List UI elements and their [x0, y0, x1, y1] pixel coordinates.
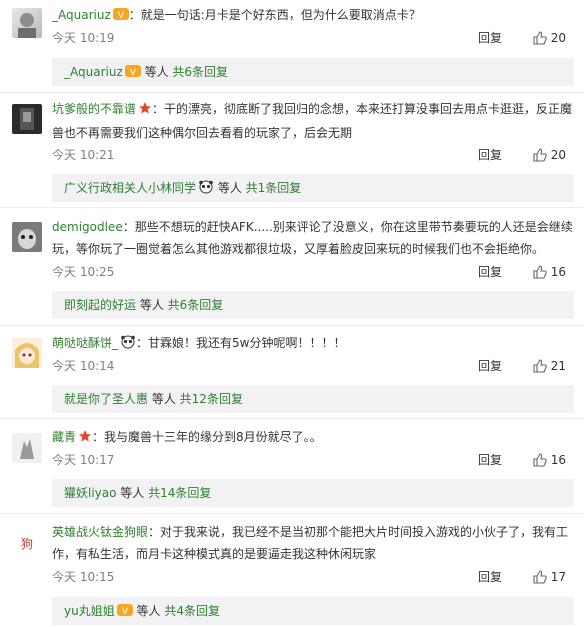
comment-text: 英雄战火钛金狗眼：对于我来说，我已经不是当初那个能把大片时间投入游戏的小伙子了，… [52, 525, 569, 561]
reply-username[interactable]: 就是你了圣人惠 [64, 392, 148, 406]
comment-text: 萌哒哒酥饼_ ：甘霖娘！我还有5w分钟呢啊！！！！ [52, 332, 574, 356]
avatar-image [12, 222, 42, 252]
thumbs-up-icon [533, 359, 547, 373]
timestamp: 今天 10:15 [52, 570, 115, 584]
like-button[interactable]: 16 [533, 263, 566, 281]
thumbs-up-icon [533, 31, 547, 45]
like-button[interactable]: 21 [533, 357, 566, 375]
username[interactable]: 英雄战火钛金狗眼 [52, 525, 148, 539]
avatar[interactable] [12, 104, 42, 134]
vip-badge-icon: V [112, 6, 129, 28]
username[interactable]: 坑爹般的不靠谱 [52, 102, 136, 116]
avatar[interactable] [12, 8, 42, 38]
thumbs-up-icon [533, 265, 547, 279]
like-count: 21 [550, 359, 566, 373]
reply-username[interactable]: 獾妖liyao [64, 486, 116, 500]
reply-button[interactable]: 回复 [478, 357, 502, 375]
comment-text: demigodlee：那些不想玩的赶快AFK.....别来评论了没意义，你在这里… [52, 220, 573, 256]
username[interactable]: 藏青 [52, 430, 76, 444]
svg-text:V: V [130, 68, 137, 78]
username[interactable]: 萌哒哒酥饼_ [52, 336, 118, 350]
avatar-image [18, 13, 36, 38]
replies-summary[interactable]: 獾妖liyao 等人 共14条回复 [52, 479, 574, 507]
panda-badge-icon [198, 176, 214, 204]
avatar-image [20, 108, 34, 130]
reply-count-link[interactable]: 共6条回复 [168, 298, 224, 312]
avatar-image: 狗 [12, 528, 42, 558]
panda-badge-icon [120, 334, 136, 356]
comment-meta: 今天 10:25 回复 16 [52, 263, 566, 281]
timestamp: 今天 10:21 [52, 148, 115, 162]
comment-meta: 今天 10:17 回复 16 [52, 451, 566, 469]
like-count: 20 [550, 148, 566, 162]
avatar[interactable] [12, 433, 42, 463]
reply-button[interactable]: 回复 [478, 146, 502, 164]
like-count: 16 [550, 453, 566, 467]
comment-meta: 今天 10:14 回复 21 [52, 357, 566, 375]
avatar[interactable]: 狗 [12, 528, 42, 558]
like-count: 16 [550, 265, 566, 279]
reply-username[interactable]: _Aquariuz [64, 65, 123, 79]
divider [0, 513, 584, 514]
thumbs-up-icon [533, 148, 547, 162]
avatar-image [12, 338, 42, 368]
username[interactable]: demigodlee [52, 220, 123, 234]
comment-text: _Aquariuz V ：就是一句话:月卡是个好东西，但为什么要取消点卡？ [52, 4, 574, 28]
like-button[interactable]: 20 [533, 146, 566, 164]
thumbs-up-icon [533, 570, 547, 584]
reply-button[interactable]: 回复 [478, 29, 502, 47]
username[interactable]: _Aquariuz [52, 8, 111, 22]
svg-text:V: V [122, 607, 129, 617]
divider [0, 207, 584, 208]
replies-summary[interactable]: 就是你了圣人惠 等人 共12条回复 [52, 385, 574, 413]
star-badge-icon [78, 428, 92, 450]
reply-count-link[interactable]: 共6条回复 [172, 65, 228, 79]
divider [0, 418, 584, 419]
comment-meta: 今天 10:21 回复 20 [52, 146, 566, 164]
svg-text:V: V [118, 11, 125, 21]
divider [0, 325, 584, 326]
timestamp: 今天 10:14 [52, 359, 115, 373]
star-badge-icon [138, 100, 152, 122]
like-button[interactable]: 17 [533, 568, 566, 586]
reply-username[interactable]: 即刻起的好运 [64, 298, 136, 312]
reply-count-link[interactable]: 共12条回复 [180, 392, 243, 406]
comment-text: 坑爹般的不靠谱 ：干的漂亮，彻底断了我回归的念想，本来还打算没事回去用点卡逛逛，反… [52, 100, 573, 140]
svg-text:狗: 狗 [21, 537, 33, 551]
comment-meta: 今天 10:19 回复 20 [52, 29, 566, 47]
timestamp: 今天 10:19 [52, 31, 115, 45]
reply-count-link[interactable]: 共1条回复 [246, 181, 302, 195]
avatar[interactable] [12, 222, 42, 252]
avatar-image [12, 433, 42, 463]
thumbs-up-icon [533, 453, 547, 467]
reply-count-link[interactable]: 共14条回复 [148, 486, 211, 500]
reply-username[interactable]: 广义行政相关人小林同学 [64, 181, 196, 195]
replies-summary[interactable]: 即刻起的好运 等人 共6条回复 [52, 291, 574, 319]
reply-button[interactable]: 回复 [478, 263, 502, 281]
reply-username[interactable]: yu丸姐姐 [64, 604, 115, 618]
timestamp: 今天 10:17 [52, 453, 115, 467]
vip-badge-icon: V [124, 60, 141, 88]
like-count: 20 [550, 31, 566, 45]
like-button[interactable]: 20 [533, 29, 566, 47]
comment-meta: 今天 10:15 回复 17 [52, 568, 566, 586]
timestamp: 今天 10:25 [52, 265, 115, 279]
reply-count-link[interactable]: 共4条回复 [164, 604, 220, 618]
like-count: 17 [550, 570, 566, 584]
divider [0, 92, 584, 93]
replies-summary[interactable]: _Aquariuz V 等人 共6条回复 [52, 58, 574, 86]
reply-button[interactable]: 回复 [478, 451, 502, 469]
reply-button[interactable]: 回复 [478, 568, 502, 586]
replies-summary[interactable]: 广义行政相关人小林同学 等人 共1条回复 [52, 174, 574, 202]
avatar[interactable] [12, 338, 42, 368]
replies-summary[interactable]: yu丸姐姐 V 等人 共4条回复 [52, 597, 574, 625]
comment-text: 藏青 ：我与魔兽十三年的缘分到8月份就尽了。。 [52, 426, 574, 450]
like-button[interactable]: 16 [533, 451, 566, 469]
vip-badge-icon: V [116, 599, 133, 627]
